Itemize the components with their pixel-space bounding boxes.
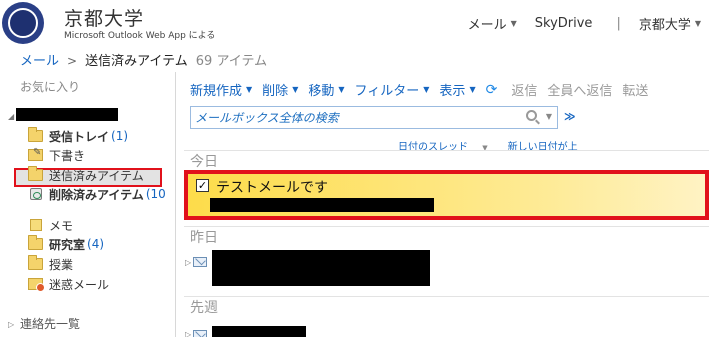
item-count: 69 アイテム [195, 54, 268, 69]
note-icon [30, 219, 42, 231]
kyoto-university-logo [2, 2, 44, 44]
folder-icon [28, 166, 43, 181]
folder-lab[interactable]: 研究室 (4) [28, 235, 104, 253]
nav-separator: | [616, 16, 621, 31]
chevron-down-icon: ▼ [423, 85, 430, 94]
delete-button[interactable]: 削除 ▼ [262, 80, 298, 99]
chevron-down-icon: ▼ [292, 85, 299, 94]
folder-pane: お気に入り ◢ 受信トレイ (1) 下書き 送信済みアイテム 削除済みアイテム … [0, 72, 176, 337]
nav-mail[interactable]: メール ▼ [468, 14, 517, 33]
move-button[interactable]: 移動 ▼ [308, 80, 344, 99]
view-button[interactable]: 表示 ▼ [439, 80, 475, 99]
refresh-icon[interactable]: ⟳ [486, 82, 498, 98]
breadcrumb-arrow: > [67, 54, 78, 68]
reply-button[interactable]: 返信 [511, 80, 537, 99]
search-box: ▼ [190, 106, 558, 129]
new-button[interactable]: 新規作成 ▼ [190, 80, 252, 99]
folder-junk[interactable]: 迷惑メール [28, 275, 109, 293]
folder-icon [28, 255, 43, 270]
sent-mail-icon [193, 257, 207, 267]
top-nav: メール ▼ SkyDrive | 京都大学 ▼ [450, 14, 701, 33]
folder-icon [28, 127, 43, 142]
favorites-header[interactable]: お気に入り [20, 78, 80, 95]
breadcrumb: メール > 送信済みアイテム 69 アイテム [20, 50, 267, 69]
brand-subtitle: Microsoft Outlook Web App による [64, 31, 216, 41]
group-header-last-week: 先週 [190, 300, 218, 316]
recycle-bin-icon [30, 188, 42, 200]
message-row-selected[interactable]: ✓ テストメールです [184, 170, 709, 220]
redacted-recipient [210, 198, 434, 212]
redacted-account-name [16, 108, 118, 121]
chevron-down-icon: ▼ [246, 85, 253, 94]
chevron-down-icon: ▼ [469, 85, 476, 94]
chevron-down-icon[interactable]: ▼ [546, 112, 552, 121]
chevron-down-icon: ▼ [510, 19, 517, 28]
folder-sent-items[interactable]: 送信済みアイテム [28, 166, 144, 184]
folder-inbox[interactable]: 受信トレイ (1) [28, 127, 128, 145]
folder-drafts[interactable]: 下書き [28, 146, 85, 164]
redacted-message-row[interactable] [212, 250, 430, 286]
chevron-down-icon: ▼ [338, 85, 345, 94]
divider [184, 296, 709, 297]
contacts-link[interactable]: 連絡先一覧 [20, 315, 80, 332]
sent-mail-icon [193, 330, 207, 337]
search-icon[interactable] [526, 110, 537, 121]
search-input[interactable] [195, 109, 525, 126]
chevron-down-icon: ▼ [694, 19, 701, 28]
collapse-arrow-icon[interactable]: ◢ [8, 112, 14, 121]
expand-arrow-icon[interactable]: ▷ [8, 320, 14, 329]
divider [184, 150, 709, 151]
message-checkbox[interactable]: ✓ [196, 179, 209, 192]
folder-classes[interactable]: 授業 [28, 255, 73, 273]
nav-skydrive[interactable]: SkyDrive [535, 16, 593, 31]
forward-button[interactable]: 転送 [622, 80, 648, 99]
nav-user-menu[interactable]: 京都大学 ▼ [639, 14, 701, 33]
redacted-message-row[interactable] [212, 326, 306, 337]
app-header: 京都大学 Microsoft Outlook Web App による メール ▼ … [0, 0, 709, 44]
double-chevron-down-icon[interactable]: ≫ [564, 110, 576, 123]
folder-deleted-items[interactable]: 削除済みアイテム (10 [28, 185, 166, 203]
drafts-icon [28, 147, 43, 161]
expand-arrow-icon[interactable]: ▷ [185, 258, 191, 267]
reply-all-button[interactable]: 全員へ返信 [547, 80, 612, 99]
brand-title: 京都大学 [64, 8, 145, 30]
breadcrumb-mail-link[interactable]: メール [20, 50, 59, 69]
message-subject: テストメールです [216, 180, 328, 196]
group-header-today: 今日 [190, 154, 218, 170]
filter-button[interactable]: フィルター ▼ [355, 80, 430, 99]
page-title: 送信済みアイテム [85, 54, 188, 69]
toolbar: 新規作成 ▼ 削除 ▼ 移動 ▼ フィルター ▼ 表示 ▼ ⟳ 返信 全員へ返信 転送 [190, 80, 709, 100]
divider [184, 226, 709, 227]
junk-mail-icon [28, 278, 45, 292]
folder-icon [28, 235, 43, 250]
expand-arrow-icon[interactable]: ▷ [185, 330, 191, 337]
folder-notes[interactable]: メモ [28, 216, 73, 234]
group-header-yesterday: 昨日 [190, 230, 218, 246]
